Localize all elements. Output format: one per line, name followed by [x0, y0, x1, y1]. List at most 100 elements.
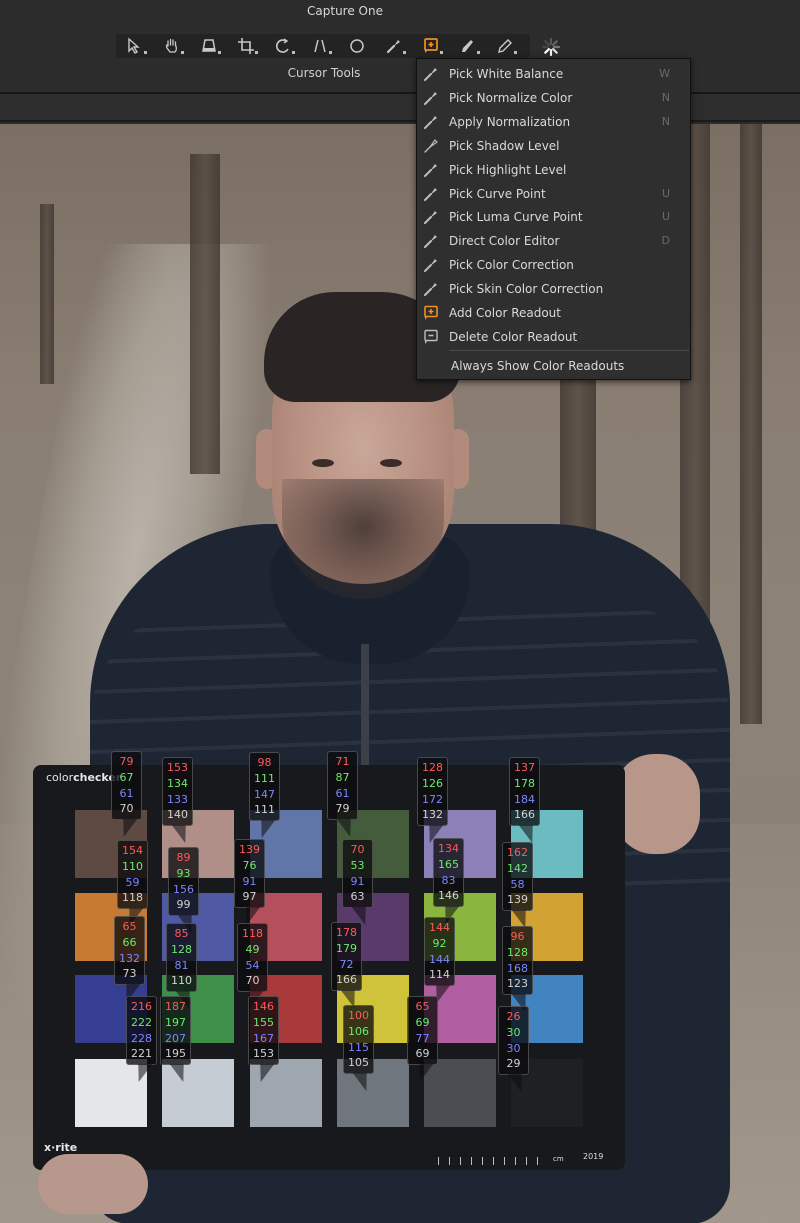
- hand-icon: [165, 38, 177, 53]
- tool-lens[interactable]: [301, 34, 338, 58]
- eyedropper-apply-icon: [423, 114, 439, 130]
- color-readout[interactable]: 216 222 228 221: [126, 996, 157, 1066]
- tool-keystone[interactable]: [190, 34, 227, 58]
- readout-red-value: 154: [122, 844, 143, 857]
- pointer-icon: [127, 37, 140, 54]
- readout-green-value: 178: [514, 776, 535, 790]
- color-readout[interactable]: 89 93 156 99: [168, 847, 199, 917]
- tool-spot-removal[interactable]: [338, 34, 375, 58]
- color-readout[interactable]: 118 49 54 70: [237, 923, 268, 993]
- menu-item-pick-luma-curve-point[interactable]: Pick Luma Curve Point U: [417, 205, 690, 229]
- color-readout[interactable]: 146 155 167 153: [248, 996, 279, 1066]
- title-bar: Capture One: [0, 0, 800, 28]
- chevron-down-icon: [329, 51, 332, 54]
- checker-year: 2019: [583, 1152, 604, 1161]
- app-title: Capture One: [307, 4, 383, 18]
- color-readout[interactable]: 128 126 172 132: [417, 757, 448, 827]
- readout-green-value: 128: [507, 945, 528, 959]
- readout-blue-value: 91: [350, 874, 365, 888]
- readout-blue-value: 156: [173, 882, 194, 896]
- readout-red-value: 85: [174, 927, 189, 940]
- color-readout[interactable]: 96 128 168 123: [502, 926, 533, 996]
- menu-item-pick-white-balance[interactable]: Pick White Balance W: [417, 62, 690, 86]
- menu-item-pick-skin-color-correction[interactable]: Pick Skin Color Correction: [417, 277, 690, 301]
- readout-blue-value: 115: [348, 1040, 369, 1054]
- always-show-color-readouts-toggle[interactable]: Always Show Color Readouts: [451, 359, 624, 373]
- readout-green-value: 197: [165, 1015, 186, 1029]
- readout-green-value: 179: [336, 941, 357, 955]
- eyedropper-icon: [386, 40, 400, 54]
- tool-picker[interactable]: [375, 34, 412, 58]
- eyedropper-icon: [423, 66, 439, 82]
- menu-item-apply-normalization[interactable]: Apply Normalization N: [417, 110, 690, 134]
- readout-red-value: 216: [131, 1000, 152, 1013]
- menu-item-pick-color-correction[interactable]: Pick Color Correction: [417, 253, 690, 277]
- readout-luminance-value: 73: [122, 967, 137, 981]
- readout-blue-value: 59: [125, 875, 140, 889]
- readout-green-value: 155: [253, 1015, 274, 1029]
- color-readout[interactable]: 144 92 144 114: [424, 917, 455, 987]
- color-readout[interactable]: 71 87 61 79: [327, 751, 358, 821]
- tool-pan[interactable]: [153, 34, 190, 58]
- color-readout[interactable]: 85 128 81 110: [166, 923, 197, 993]
- readout-luminance-value: 69: [415, 1047, 430, 1061]
- color-readout[interactable]: 153 134 133 140: [162, 757, 193, 827]
- readout-luminance-value: 97: [242, 890, 257, 904]
- tool-rotate[interactable]: [264, 34, 301, 58]
- color-readout[interactable]: 70 53 91 63: [342, 839, 373, 909]
- readout-green-value: 76: [242, 858, 257, 872]
- menu-item-pick-highlight-level[interactable]: Pick Highlight Level: [417, 158, 690, 182]
- color-readout[interactable]: 100 106 115 105: [343, 1005, 374, 1075]
- readout-luminance-value: 132: [422, 808, 443, 822]
- color-readout[interactable]: 139 76 91 97: [234, 839, 265, 909]
- menu-item-label: Pick Luma Curve Point: [449, 210, 583, 225]
- color-readout[interactable]: 187 197 207 195: [160, 996, 191, 1066]
- tool-color-readout[interactable]: [412, 34, 449, 58]
- tool-select[interactable]: [116, 34, 153, 58]
- readout-green-value: 126: [422, 776, 443, 790]
- brush-icon: [461, 40, 473, 52]
- readout-luminance-value: 114: [429, 968, 450, 982]
- readout-luminance-value: 166: [514, 808, 535, 822]
- readout-blue-value: 77: [415, 1031, 430, 1045]
- readout-red-value: 118: [242, 927, 263, 940]
- cursor-tools-menu: Always Show Color Readouts Pick White Ba…: [416, 58, 691, 380]
- tool-brush[interactable]: [449, 34, 486, 58]
- chevron-down-icon: [144, 51, 147, 54]
- readout-green-value: 53: [350, 858, 365, 872]
- color-readout[interactable]: 65 69 77 69: [407, 996, 438, 1066]
- xrite-logo: x·rite: [44, 1141, 78, 1154]
- menu-item-direct-color-editor[interactable]: Direct Color Editor D: [417, 229, 690, 253]
- readout-luminance-value: 99: [176, 898, 191, 912]
- menu-item-pick-curve-point[interactable]: Pick Curve Point U: [417, 182, 690, 206]
- readout-red-value: 139: [239, 843, 260, 856]
- color-readout[interactable]: 162 142 58 139: [502, 842, 533, 912]
- readout-red-value: 134: [438, 842, 459, 855]
- rotate-icon: [275, 38, 289, 53]
- color-readout[interactable]: 26 30 30 29: [498, 1006, 529, 1076]
- tree-trunk: [40, 204, 54, 384]
- menu-item-delete-color-readout[interactable]: Delete Color Readout: [417, 325, 690, 349]
- readout-blue-value: 83: [441, 873, 456, 887]
- color-readout[interactable]: 65 66 132 73: [114, 916, 145, 986]
- color-readout[interactable]: 134 165 83 146: [433, 838, 464, 908]
- color-readout[interactable]: 79 67 61 70: [111, 751, 142, 821]
- color-readout[interactable]: 154 110 59 118: [117, 840, 148, 910]
- menu-item-label: Add Color Readout: [449, 306, 561, 320]
- menu-item-pick-normalize-color[interactable]: Pick Normalize Color N: [417, 86, 690, 110]
- menu-item-add-color-readout[interactable]: Add Color Readout: [417, 301, 690, 325]
- menu-item-pick-shadow-level[interactable]: Pick Shadow Level: [417, 134, 690, 158]
- menu-item-label: Direct Color Editor: [449, 234, 560, 249]
- tool-annotate[interactable]: [486, 34, 523, 58]
- chevron-down-icon: [403, 51, 406, 54]
- readout-blue-value: 207: [165, 1031, 186, 1045]
- color-readout[interactable]: 178 179 72 166: [331, 922, 362, 992]
- readout-red-value: 144: [429, 921, 450, 934]
- readout-luminance-value: 29: [506, 1057, 521, 1071]
- color-readout[interactable]: 137 178 184 166: [509, 757, 540, 827]
- menu-item-shortcut: W: [659, 67, 670, 80]
- readout-red-value: 70: [350, 843, 365, 856]
- brand-prefix: color: [46, 771, 74, 784]
- color-readout[interactable]: 98 111 147 111: [249, 752, 280, 822]
- tool-crop[interactable]: [227, 34, 264, 58]
